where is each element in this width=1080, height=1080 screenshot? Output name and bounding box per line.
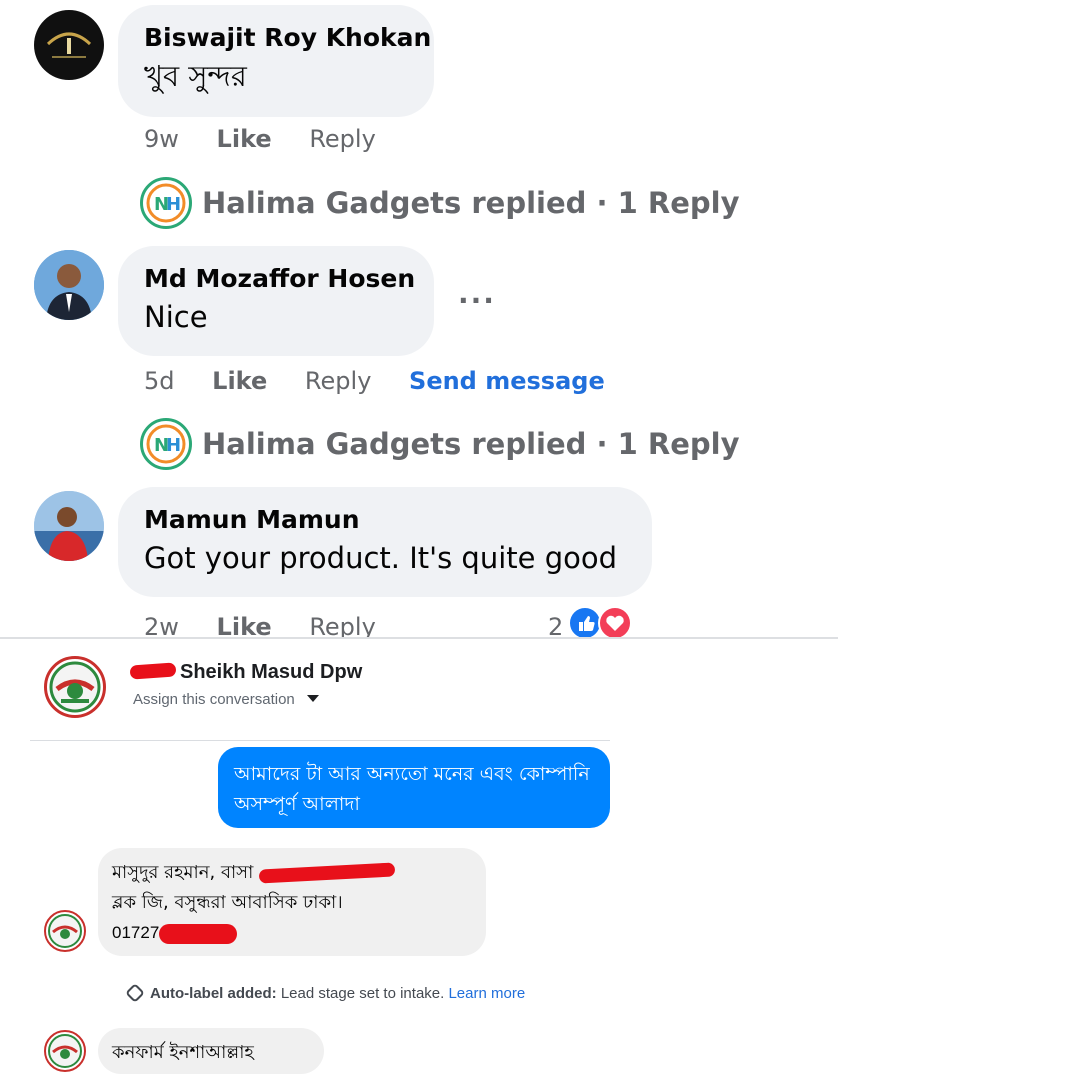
phone-line: 01727: [112, 918, 472, 948]
address-text: মাসুদুর রহমান, বাসা: [112, 862, 254, 883]
redaction-mark: [258, 862, 396, 884]
love-reaction-icon: [598, 606, 632, 637]
like-button[interactable]: Like: [217, 613, 272, 637]
avatar[interactable]: [34, 491, 104, 561]
person-avatar-icon: [34, 250, 104, 320]
comment-author[interactable]: Md Mozaffor Hosen: [144, 262, 415, 296]
header-divider: [30, 740, 610, 741]
comment-text: Nice: [144, 300, 208, 334]
comment-time[interactable]: 2w: [144, 613, 179, 637]
contact-avatar[interactable]: [44, 656, 106, 718]
comment-text: Got your product. It's quite good: [144, 541, 618, 575]
avatar[interactable]: [34, 10, 104, 80]
person-avatar-icon: [34, 491, 104, 561]
redaction-mark: [129, 662, 177, 680]
avatar-logo-icon: [46, 32, 92, 58]
redaction-mark: [159, 923, 238, 944]
reply-button[interactable]: Reply: [309, 613, 375, 637]
halima-logo-icon: N H: [146, 424, 186, 464]
comment-actions-clip: 2w Like Reply 2: [0, 600, 840, 637]
more-options-button[interactable]: ···: [458, 284, 496, 317]
address-line-2: ব্লক জি, বসুন্ধরা আবাসিক ঢাকা।: [112, 892, 343, 913]
reaction-count[interactable]: 2: [548, 612, 563, 637]
contact-avatar: [44, 910, 86, 952]
comment-text: খুব সুন্দর: [144, 59, 247, 93]
learn-more-link[interactable]: Learn more: [448, 985, 525, 1002]
section-divider: [0, 637, 838, 639]
page-avatar: N H: [140, 177, 192, 229]
auto-label-prefix: Auto-label added:: [150, 985, 277, 1002]
contact-name[interactable]: Sheikh Masud Dpw: [180, 661, 362, 684]
view-replies-link[interactable]: Halima Gadgets replied · 1 Reply: [202, 185, 740, 221]
like-button[interactable]: Like: [217, 125, 272, 153]
assign-label: Assign this conversation: [133, 691, 295, 708]
like-button[interactable]: Like: [212, 367, 267, 395]
comment-author[interactable]: Biswajit Roy Khokan: [144, 21, 431, 55]
send-message-link[interactable]: Send message: [409, 367, 605, 395]
reply-button[interactable]: Reply: [305, 367, 371, 395]
organization-logo-icon: [48, 1034, 82, 1068]
phone-number: 01727: [112, 923, 160, 942]
comment-bubble: Mamun Mamun Got your product. It's quite…: [118, 487, 652, 597]
organization-logo-icon: [49, 661, 101, 713]
incoming-message: মাসুদুর রহমান, বাসা ব্লক জি, বসুন্ধরা আব…: [98, 848, 486, 956]
comment-bubble: Biswajit Roy Khokan খুব সুন্দর: [118, 5, 434, 117]
reply-button[interactable]: Reply: [309, 125, 375, 153]
comment-bubble: Md Mozaffor Hosen Nice: [118, 246, 434, 356]
comment-actions: 2w Like Reply: [144, 612, 376, 637]
comment-actions: 9w Like Reply: [144, 124, 376, 154]
page-avatar: N H: [140, 418, 192, 470]
avatar[interactable]: [34, 250, 104, 320]
organization-logo-icon: [48, 914, 82, 948]
halima-logo-icon: N H: [146, 183, 186, 223]
incoming-message: কনফার্ম ইনশাআল্লাহ: [98, 1028, 324, 1074]
view-replies-link[interactable]: Halima Gadgets replied · 1 Reply: [202, 426, 740, 462]
auto-label-text: Lead stage set to intake.: [280, 985, 445, 1002]
address-line: মাসুদুর রহমান, বাসা: [112, 858, 472, 888]
auto-label-notice: Auto-label added: Lead stage set to inta…: [125, 983, 525, 1003]
svg-text:H: H: [166, 435, 181, 456]
contact-avatar: [44, 1030, 86, 1072]
like-reaction-icon: [568, 606, 602, 637]
outgoing-message: আমাদের টা আর অন্যতো মনের এবং কোম্পানি অস…: [218, 747, 610, 828]
comment-time[interactable]: 5d: [144, 367, 175, 395]
comment-actions: 5d Like Reply Send message: [144, 366, 605, 396]
comment-author[interactable]: Mamun Mamun: [144, 503, 626, 537]
caret-down-icon: [306, 695, 319, 702]
svg-text:H: H: [166, 194, 181, 215]
assign-conversation-dropdown[interactable]: Assign this conversation: [133, 691, 319, 708]
comment-time[interactable]: 9w: [144, 125, 179, 153]
label-tag-icon: [125, 983, 145, 1003]
